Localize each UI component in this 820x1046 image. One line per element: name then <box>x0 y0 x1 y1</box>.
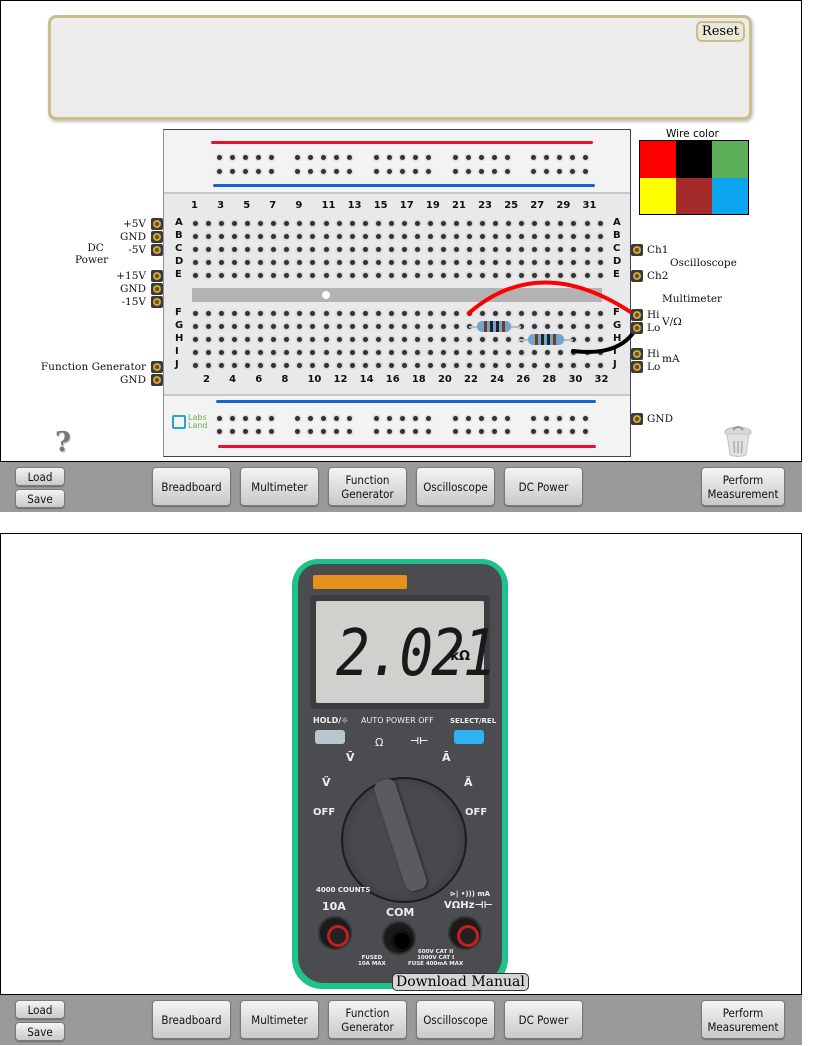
save-button[interactable]: Save <box>15 489 65 508</box>
ch2-label: Ch2 <box>647 270 669 282</box>
terminal-gnd-right[interactable] <box>631 413 643 425</box>
ma-label: mA <box>662 353 680 365</box>
jack-com-label: COM <box>386 906 415 919</box>
terminal-multimeter-ma-lo[interactable] <box>631 361 643 373</box>
dial-pointer <box>372 776 429 894</box>
counts-label: 4000 COUNTS <box>316 886 371 894</box>
multimeter-button[interactable]: Multimeter <box>240 1000 319 1039</box>
ch1-label: Ch1 <box>647 244 669 256</box>
oscilloscope-button[interactable]: Oscilloscope <box>416 467 495 506</box>
vohm-hi-label: Hi <box>647 309 660 321</box>
terminal-oscilloscope-ch2[interactable] <box>631 270 643 282</box>
select-label: SELECT/REL <box>450 717 497 725</box>
dial-off-right[interactable]: OFF <box>465 807 487 818</box>
rating-label: 600V CAT II 1000V CAT I FUSE 400mA MAX <box>408 949 464 967</box>
wire-color-title: Wire color <box>666 128 719 140</box>
terminal-function-generator-gnd[interactable] <box>151 374 163 386</box>
dial-adc[interactable]: Ā <box>442 751 451 764</box>
wire-color-swatch[interactable] <box>712 141 748 178</box>
wire-color-swatch[interactable] <box>676 141 712 178</box>
rotary-dial[interactable] <box>341 776 467 903</box>
terminal--15v[interactable] <box>151 296 163 308</box>
display-value: 2.021 <box>336 616 497 691</box>
vohm-label: V/Ω <box>662 316 682 328</box>
hold-button[interactable] <box>315 730 345 744</box>
jack-vohm[interactable] <box>448 916 482 950</box>
terminal-gnd[interactable] <box>151 283 163 295</box>
terminal-label--15v: -15V <box>121 296 147 308</box>
terminal-label-+15v: +15V <box>116 270 146 282</box>
breadboard-panel: Reset Labs Land 1 3 5 7 9 11 13 15 17 19 21 23 25 27 2… <box>0 0 802 462</box>
toolbar: Load Save Breadboard Multimeter Function… <box>0 462 802 512</box>
resistor-2[interactable] <box>519 334 573 345</box>
dial-ohm[interactable]: Ω <box>375 736 383 749</box>
toolbar: Load Save Breadboard Multimeter Function… <box>0 995 802 1045</box>
terminal-oscilloscope-ch1[interactable] <box>631 244 643 256</box>
lcd-frame: 2.021 kΩ <box>310 595 497 709</box>
function-generator-gnd-label: GND <box>120 374 146 386</box>
function-generator-label: Function Generator <box>40 361 146 373</box>
dc-power-button[interactable]: DC Power <box>504 467 583 506</box>
display-unit: kΩ <box>450 649 470 664</box>
lcd-display: 2.021 kΩ <box>316 601 497 703</box>
terminal--5v[interactable] <box>151 244 163 256</box>
resistor-1[interactable] <box>469 321 521 332</box>
wire-red[interactable] <box>467 280 637 317</box>
brand-strip <box>313 575 407 589</box>
jack-vohm-label: VΩHz⊣⊢ <box>444 900 493 911</box>
hold-label: HOLD/☼ <box>313 716 349 725</box>
breadboard-button[interactable]: Breadboard <box>152 467 231 506</box>
jack-10a[interactable] <box>318 916 352 950</box>
terminal-+5v[interactable] <box>151 218 163 230</box>
function-generator-button[interactable]: Function Generator <box>328 467 407 506</box>
terminal-label-gnd: GND <box>120 283 146 295</box>
terminal-multimeter-vohm-hi[interactable] <box>631 309 643 321</box>
fused-label: FUSED 10A MAX <box>358 955 386 967</box>
trash-icon[interactable] <box>723 425 753 457</box>
breadboard-button[interactable]: Breadboard <box>152 1000 231 1039</box>
wire-black[interactable] <box>571 325 639 354</box>
function-generator-button[interactable]: Function Generator <box>328 1000 407 1039</box>
dc-power-button[interactable]: DC Power <box>504 1000 583 1039</box>
save-button[interactable]: Save <box>15 1022 65 1041</box>
terminal-+15v[interactable] <box>151 270 163 282</box>
terminal-label--5v: -5V <box>128 244 146 256</box>
wire-color-swatch[interactable] <box>676 177 712 214</box>
multimeter-button[interactable]: Multimeter <box>240 467 319 506</box>
terminal-multimeter-ma-hi[interactable] <box>631 348 643 360</box>
select-button[interactable] <box>454 730 484 744</box>
ma-lo-label: Lo <box>647 361 661 373</box>
dial-capacitance[interactable]: ⊣⊢ <box>410 736 428 747</box>
perform-measurement-button[interactable]: Perform Measurement <box>701 1000 785 1039</box>
wire-color-swatch[interactable] <box>712 177 748 214</box>
wire-color-swatch[interactable] <box>640 141 676 178</box>
terminal-gnd[interactable] <box>151 231 163 243</box>
help-icon[interactable]: ? <box>55 427 71 458</box>
vohm-lo-label: Lo <box>647 322 661 334</box>
oscilloscope-button[interactable]: Oscilloscope <box>416 1000 495 1039</box>
wire-color-picker <box>639 140 749 215</box>
load-button[interactable]: Load <box>15 1000 65 1019</box>
perform-measurement-button[interactable]: Perform Measurement <box>701 467 785 506</box>
multimeter-device: 2.021 kΩ HOLD/☼ AUTO POWER OFF SELECT/RE… <box>292 559 508 989</box>
wire-color-swatch[interactable] <box>640 177 676 214</box>
oscilloscope-label: Oscilloscope <box>670 257 737 269</box>
dial-off-left[interactable]: OFF <box>313 807 335 818</box>
terminal-label-gnd: GND <box>120 231 146 243</box>
terminal-function-generator[interactable] <box>151 361 163 373</box>
dial-vdc[interactable]: V̄ <box>346 751 355 764</box>
jack-10a-label: 10A <box>322 900 346 913</box>
dc-power-label: DC Power <box>75 242 109 266</box>
multimeter-label: Multimeter <box>662 293 723 305</box>
load-button[interactable]: Load <box>15 467 65 486</box>
auto-power-off-label: AUTO POWER OFF <box>361 716 434 725</box>
ma-hi-label: Hi <box>647 348 660 360</box>
jack-vohm-top-label: ⊳| •))) mA <box>450 890 491 898</box>
terminal-multimeter-vohm-lo[interactable] <box>631 322 643 334</box>
gnd-label: GND <box>647 413 673 425</box>
dial-vac[interactable]: Ṽ <box>322 776 331 789</box>
dial-aac[interactable]: Ã <box>464 776 473 789</box>
download-manual-button[interactable]: Download Manual <box>392 973 529 991</box>
terminal-label-+5v: +5V <box>122 218 146 230</box>
